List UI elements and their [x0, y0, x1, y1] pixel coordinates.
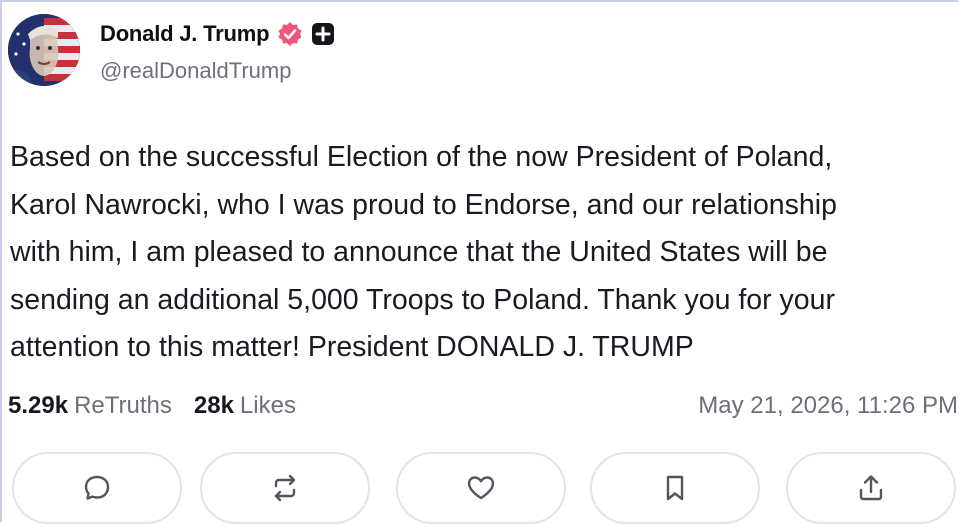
- share-upload-icon: [859, 475, 883, 501]
- repost-arrows-icon: [274, 474, 296, 502]
- author-display-name[interactable]: Donald J. Trump: [100, 21, 270, 47]
- heart-icon: [467, 476, 495, 500]
- post-text-line: sending an additional 5,000 Troops to Po…: [10, 283, 835, 316]
- reply-button[interactable]: [12, 452, 182, 524]
- post-text-line: Based on the successful Election of the …: [10, 141, 833, 173]
- avatar-image: [8, 14, 80, 86]
- post-body: Based on the successful Election of the …: [10, 134, 958, 372]
- post-stats: 5.29k ReTruths 28k Likes: [8, 388, 296, 424]
- bookmark-button[interactable]: [590, 452, 760, 524]
- comment-bubble-icon: [84, 475, 110, 500]
- likes-count[interactable]: 28k: [194, 392, 234, 420]
- action-bar: [12, 452, 960, 524]
- like-button[interactable]: [396, 452, 566, 524]
- post-text-line: Karol Nawrocki, who I was proud to Endor…: [10, 188, 837, 221]
- author-handle[interactable]: @realDonaldTrump: [100, 58, 291, 84]
- bookmark-icon: [666, 475, 684, 501]
- share-button[interactable]: [786, 452, 956, 524]
- retruths-label[interactable]: ReTruths: [74, 392, 172, 420]
- likes-label[interactable]: Likes: [240, 392, 296, 420]
- avatar[interactable]: [8, 14, 80, 86]
- post-text-line: with him, I am pleased to announce that …: [10, 236, 828, 268]
- plus-square-icon: [311, 22, 335, 46]
- verified-check-icon: [277, 21, 303, 47]
- post-text-line: attention to this matter! President DONA…: [10, 331, 694, 363]
- author-row: Donald J. Trump: [100, 18, 335, 50]
- post-timestamp[interactable]: May 21, 2026, 11:26 PM: [698, 388, 958, 424]
- retruths-count[interactable]: 5.29k: [8, 392, 68, 420]
- retruth-button[interactable]: [200, 452, 370, 524]
